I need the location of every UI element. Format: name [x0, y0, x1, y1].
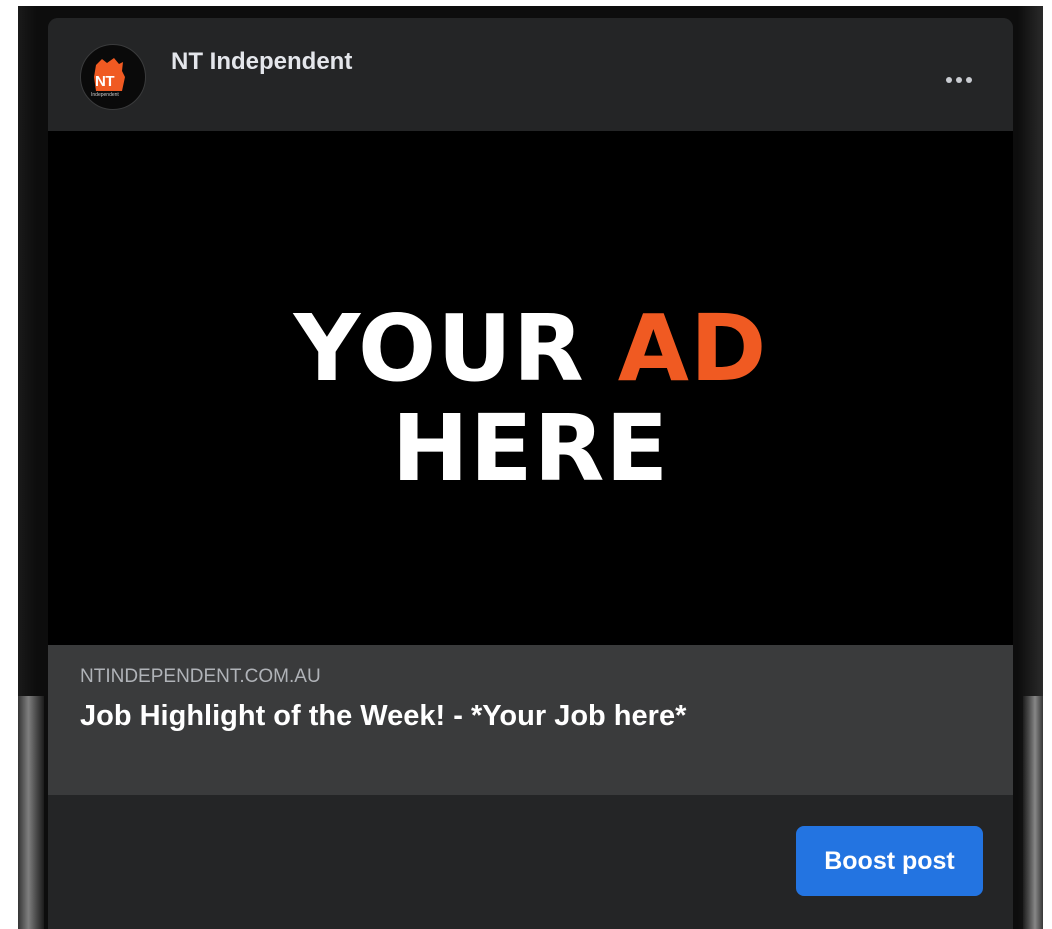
- ad-word-ad: AD: [617, 295, 768, 402]
- link-domain: NTINDEPENDENT.COM.AU: [80, 666, 321, 687]
- page-avatar[interactable]: NT Independent: [80, 44, 146, 110]
- post-header: NT Independent NT Independent: [48, 18, 1013, 131]
- ad-word-your: YOUR: [293, 295, 585, 402]
- ad-headline-line1: YOUR AD: [48, 303, 1013, 395]
- ad-headline-line2: HERE: [391, 395, 670, 502]
- frame-edge-right: [1023, 696, 1043, 929]
- avatar-logo-text: NT: [95, 73, 115, 90]
- more-options-button[interactable]: [939, 68, 979, 92]
- post-card: NT Independent NT Independent YOUR AD HE…: [48, 18, 1013, 929]
- ad-image[interactable]: YOUR AD HERE: [48, 131, 1013, 645]
- more-horizontal-icon: [966, 77, 972, 83]
- link-title[interactable]: Job Highlight of the Week! - *Your Job h…: [80, 700, 686, 733]
- link-preview[interactable]: NTINDEPENDENT.COM.AU Job Highlight of th…: [48, 645, 1013, 795]
- post-footer: Boost post: [48, 795, 1013, 929]
- boost-post-button[interactable]: Boost post: [796, 826, 983, 896]
- page-name-link[interactable]: NT Independent: [171, 48, 352, 76]
- more-horizontal-icon: [946, 77, 952, 83]
- frame-edge-left: [18, 696, 44, 929]
- avatar-logo-subtext: Independent: [91, 92, 119, 98]
- screen-frame: NT Independent NT Independent YOUR AD HE…: [18, 6, 1043, 929]
- more-horizontal-icon: [956, 77, 962, 83]
